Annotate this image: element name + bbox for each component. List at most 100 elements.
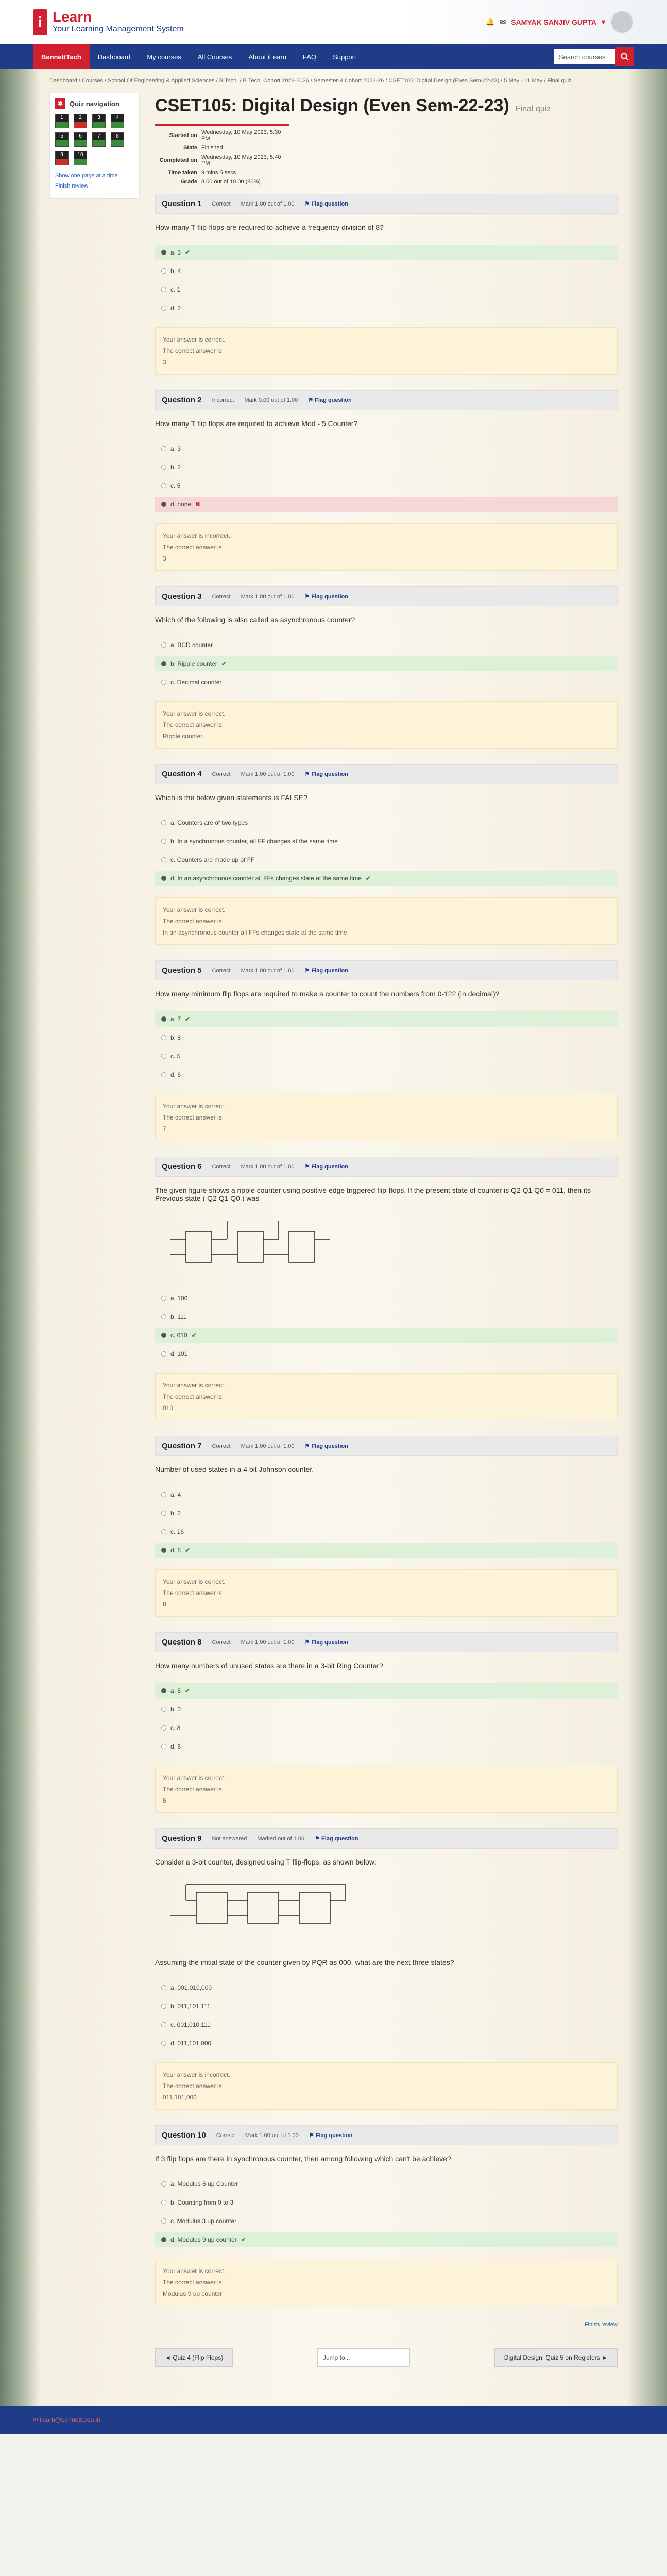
answer-option[interactable]: b. 8 [155, 1030, 618, 1045]
radio-button[interactable] [161, 1529, 166, 1534]
answer-option[interactable]: b. 3 [155, 1702, 618, 1717]
user-name[interactable]: SAMYAK SANJIV GUPTA [511, 18, 596, 26]
finish-review-link[interactable]: Finish review [55, 183, 134, 189]
breadcrumb[interactable]: Dashboard / Courses / School Of Engineer… [0, 69, 667, 93]
radio-button[interactable] [161, 1296, 166, 1301]
next-activity-button[interactable]: Digital Design: Quiz 5 on Registers ► [494, 2348, 618, 2367]
answer-option[interactable]: a. 5 ✔ [155, 1683, 618, 1699]
radio-button[interactable] [161, 1725, 166, 1731]
footer-email[interactable]: ilearn@bennett.edu.in [40, 2416, 100, 2424]
radio-button[interactable] [161, 287, 166, 292]
answer-option[interactable]: b. 011,101,111 [155, 1998, 618, 2014]
flag-question-button[interactable]: ⚑ Flag question [305, 200, 348, 207]
radio-button[interactable] [161, 1985, 166, 1990]
radio-button[interactable] [161, 2237, 166, 2242]
quiz-nav-button[interactable]: 5 [55, 132, 69, 147]
radio-button[interactable] [161, 1548, 166, 1553]
answer-option[interactable]: b. 2 [155, 460, 618, 475]
answer-option[interactable]: d. none ✖ [155, 497, 618, 512]
radio-button[interactable] [161, 483, 166, 488]
answer-option[interactable]: d. 101 [155, 1346, 618, 1362]
answer-option[interactable]: a. BCD counter [155, 637, 618, 653]
flag-question-button[interactable]: ⚑ Flag question [308, 397, 351, 403]
answer-option[interactable]: c. 5 [155, 1048, 618, 1064]
radio-button[interactable] [161, 2200, 166, 2205]
radio-button[interactable] [161, 2004, 166, 2009]
radio-button[interactable] [161, 2218, 166, 2224]
radio-button[interactable] [161, 2181, 166, 2187]
flag-question-button[interactable]: ⚑ Flag question [309, 2132, 352, 2139]
answer-option[interactable]: c. 1 [155, 282, 618, 297]
answer-option[interactable]: c. 010 ✔ [155, 1328, 618, 1343]
answer-option[interactable]: b. Counting from 0 to 3 [155, 2195, 618, 2210]
flag-question-button[interactable]: ⚑ Flag question [305, 771, 348, 777]
answer-option[interactable]: a. 3 ✔ [155, 245, 618, 260]
radio-button[interactable] [161, 1511, 166, 1516]
search-icon[interactable] [615, 47, 634, 66]
answer-option[interactable]: a. 001,010,000 [155, 1980, 618, 1995]
nav-support[interactable]: Support [324, 44, 365, 69]
course-search[interactable]: Search courses [554, 47, 634, 66]
bell-icon[interactable]: 🔔 [486, 18, 494, 26]
answer-option[interactable]: d. 2 [155, 300, 618, 316]
nav-my-courses[interactable]: My courses [139, 44, 189, 69]
radio-button[interactable] [161, 1492, 166, 1497]
user-menu[interactable]: 🔔 ✉ SAMYAK SANJIV GUPTA ▾ [486, 10, 634, 34]
nav-dashboard[interactable]: Dashboard [90, 44, 139, 69]
answer-option[interactable]: a. 4 [155, 1487, 618, 1502]
radio-button[interactable] [161, 642, 166, 648]
quiz-nav-button[interactable]: 4 [111, 114, 124, 128]
message-icon[interactable]: ✉ [500, 18, 506, 26]
avatar[interactable] [610, 10, 634, 34]
answer-option[interactable]: d. 6 [155, 1067, 618, 1082]
radio-button[interactable] [161, 820, 166, 825]
radio-button[interactable] [161, 446, 166, 451]
answer-option[interactable]: a. 3 [155, 441, 618, 456]
answer-option[interactable]: c. Modulus 3 up counter [155, 2213, 618, 2229]
radio-button[interactable] [161, 1035, 166, 1040]
site-logo[interactable]: i Learn Your Learning Management System [33, 9, 184, 35]
quiz-nav-button[interactable]: 3 [92, 114, 106, 128]
radio-button[interactable] [161, 661, 166, 666]
answer-option[interactable]: d. 011,101,000 [155, 2036, 618, 2051]
jump-to-select[interactable]: Jump to... [317, 2348, 410, 2367]
radio-button[interactable] [161, 2022, 166, 2027]
answer-option[interactable]: d. In an asynchronous counter all FFs ch… [155, 871, 618, 886]
radio-button[interactable] [161, 465, 166, 470]
answer-option[interactable]: b. 4 [155, 263, 618, 279]
quiz-nav-button[interactable]: 8 [111, 132, 124, 147]
quiz-nav-button[interactable]: 7 [92, 132, 106, 147]
flag-question-button[interactable]: ⚑ Flag question [305, 1639, 348, 1646]
radio-button[interactable] [161, 1054, 166, 1059]
nav-all-courses[interactable]: All Courses [190, 44, 240, 69]
answer-option[interactable]: b. 2 [155, 1505, 618, 1521]
radio-button[interactable] [161, 839, 166, 844]
radio-button[interactable] [161, 250, 166, 255]
answer-option[interactable]: a. 7 ✔ [155, 1011, 618, 1027]
radio-button[interactable] [161, 268, 166, 274]
answer-option[interactable]: c. Decimal counter [155, 674, 618, 690]
caret-down-icon[interactable]: ▾ [602, 18, 605, 26]
radio-button[interactable] [161, 1314, 166, 1319]
quiz-nav-button[interactable]: 2 [74, 114, 87, 128]
answer-option[interactable]: c. 16 [155, 1524, 618, 1539]
answer-option[interactable]: c. 001,010,111 [155, 2017, 618, 2032]
answer-option[interactable]: a. Modulus 6 up Counter [155, 2176, 618, 2192]
answer-option[interactable]: c. Counters are made up of FF [155, 852, 618, 868]
radio-button[interactable] [161, 1688, 166, 1693]
answer-option[interactable]: d. 6 [155, 1739, 618, 1754]
radio-button[interactable] [161, 306, 166, 311]
prev-activity-button[interactable]: ◄ Quiz 4 (Flip Flops) [155, 2348, 233, 2367]
answer-option[interactable]: b. In a synchronous counter, all FF chan… [155, 834, 618, 849]
quiz-nav-button[interactable]: 6 [74, 132, 87, 147]
nav-about[interactable]: About iLearn [240, 44, 295, 69]
radio-button[interactable] [161, 680, 166, 685]
show-one-page-link[interactable]: Show one page at a time [55, 173, 134, 179]
radio-button[interactable] [161, 1072, 166, 1077]
flag-question-button[interactable]: ⚑ Flag question [305, 967, 348, 974]
quiz-nav-button[interactable]: 9 [55, 151, 69, 165]
radio-button[interactable] [161, 2041, 166, 2046]
search-input[interactable]: Search courses [554, 49, 615, 64]
radio-button[interactable] [161, 502, 166, 507]
radio-button[interactable] [161, 1744, 166, 1749]
